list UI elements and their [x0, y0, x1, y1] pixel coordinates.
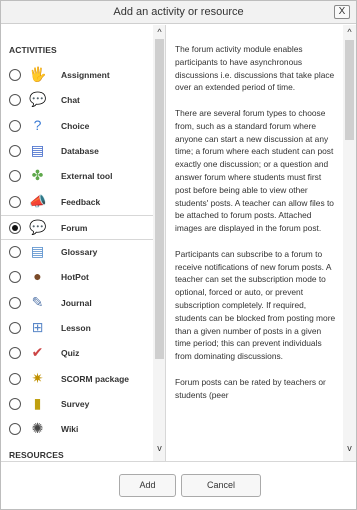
activity-option-database[interactable]: ▤ Database [1, 139, 153, 164]
chat-icon: 💬 [29, 91, 47, 108]
activity-option-quiz[interactable]: ✔ Quiz [1, 341, 153, 366]
activity-option-label: Choice [61, 120, 90, 131]
help-scrollbar[interactable]: ^ v [343, 25, 356, 461]
help-scroll-down-arrow[interactable]: v [343, 443, 356, 453]
activity-option-label: Quiz [61, 348, 80, 359]
help-paragraph: There are several forum types to choose … [175, 107, 334, 234]
database-icon: ▤ [30, 141, 45, 158]
activity-option-wiki[interactable]: ✺ Wiki [1, 417, 153, 442]
activity-option-forum[interactable]: 💬 Forum [1, 214, 153, 240]
help-paragraph: The forum activity module enables partic… [175, 44, 335, 93]
activity-list-panel[interactable]: ACTIVITIES 🖐 Assignment 💬 Chat? Choice ▤ Datab… [1, 25, 166, 461]
radio-button[interactable] [9, 423, 21, 436]
activity-option-label: Assignment [61, 70, 110, 80]
add-activity-dialog: Add an activity or resource X ACTIVITIES… [0, 0, 357, 510]
activity-option-survey[interactable]: ▮ Survey [1, 392, 153, 417]
radio-button[interactable] [9, 271, 21, 284]
activity-option-lesson[interactable]: ⊞ Lesson [1, 316, 153, 341]
radio-button[interactable] [9, 144, 21, 157]
close-button[interactable]: X [334, 5, 350, 19]
activity-option-label: External tool [61, 171, 113, 182]
radio-button[interactable] [9, 372, 21, 385]
activity-option-journal[interactable]: ✎ Journal [1, 291, 153, 316]
dialog-footer: Add Cancel [1, 461, 356, 509]
activity-option-glossary[interactable]: ▤ Glossary [1, 240, 153, 265]
radio-button[interactable] [9, 195, 21, 208]
activity-option-label: Lesson [61, 323, 91, 333]
radio-button[interactable] [9, 296, 21, 309]
radio-button[interactable] [9, 94, 21, 107]
activity-option-label: Journal [61, 297, 92, 308]
help-scroll-thumb[interactable] [345, 40, 354, 140]
help-text: The forum activity module enables partic… [175, 43, 337, 414]
radio-button[interactable] [9, 397, 21, 410]
wiki-icon: ✺ [31, 420, 44, 437]
radio-button[interactable] [9, 69, 21, 81]
activity-option-label: Survey [61, 398, 90, 409]
activity-option-chat[interactable]: 💬 Chat [1, 88, 153, 113]
quiz-icon: ✔ [31, 344, 44, 361]
activity-option-hotpot[interactable]: ● HotPot [1, 265, 153, 290]
feedback-icon: 📣 [29, 192, 47, 209]
dialog-titlebar: Add an activity or resource X [1, 1, 356, 24]
activity-list-scrollbar[interactable]: ^ v [153, 25, 165, 461]
cancel-button[interactable]: Cancel [181, 474, 261, 497]
scroll-down-arrow[interactable]: v [153, 443, 165, 453]
radio-button[interactable] [9, 322, 21, 334]
activities-heading: ACTIVITIES [9, 45, 57, 55]
help-panel: The forum activity module enables partic… [167, 25, 356, 461]
activity-option-feedback[interactable]: 📣 Feedback [1, 190, 153, 215]
activity-list-scroll-thumb[interactable] [155, 39, 164, 359]
dialog-title: Add an activity or resource [113, 6, 244, 18]
radio-button[interactable] [9, 170, 21, 183]
add-button[interactable]: Add [119, 474, 176, 497]
help-paragraph: Participants can subscribe to a forum to… [175, 248, 336, 362]
scroll-up-arrow[interactable]: ^ [153, 27, 165, 37]
journal-icon: ✎ [31, 293, 44, 310]
activity-option-label: SCORM package [61, 373, 130, 384]
help-paragraph: Forum posts can be rated by teachers or … [175, 376, 326, 400]
forum-icon: 💬 [29, 218, 47, 235]
puzzle-icon: ✤ [31, 167, 44, 184]
assignment-icon: 🖐 [29, 66, 47, 82]
glossary-icon: ▤ [30, 243, 45, 260]
survey-icon: ▮ [33, 394, 42, 411]
activity-option-label: Glossary [61, 247, 98, 258]
activity-option-choice[interactable]: ? Choice [1, 114, 153, 139]
radio-button[interactable] [9, 221, 21, 234]
resources-heading: RESOURCES [9, 450, 64, 460]
choice-icon: ? [33, 116, 42, 133]
lesson-icon: ⊞ [31, 319, 44, 335]
activity-option-label: Feedback [61, 196, 101, 207]
radio-button[interactable] [9, 347, 21, 360]
radio-button[interactable] [9, 246, 21, 259]
activity-option-assignment[interactable]: 🖐 Assignment [1, 63, 153, 88]
radio-button[interactable] [9, 119, 21, 132]
activity-option-label: Wiki [61, 424, 79, 435]
activity-option-label: Database [61, 145, 99, 156]
hotpot-icon: ● [33, 268, 42, 285]
activity-option-label: Chat [61, 95, 80, 106]
activity-option-external-tool[interactable]: ✤ External tool [1, 164, 153, 189]
help-scroll-up-arrow[interactable]: ^ [343, 27, 356, 37]
activity-option-label: HotPot [61, 272, 89, 283]
scorm-icon: ✷ [31, 369, 44, 386]
activity-option-scorm-package[interactable]: ✷ SCORM package [1, 367, 153, 392]
activity-option-label: Forum [61, 222, 88, 233]
